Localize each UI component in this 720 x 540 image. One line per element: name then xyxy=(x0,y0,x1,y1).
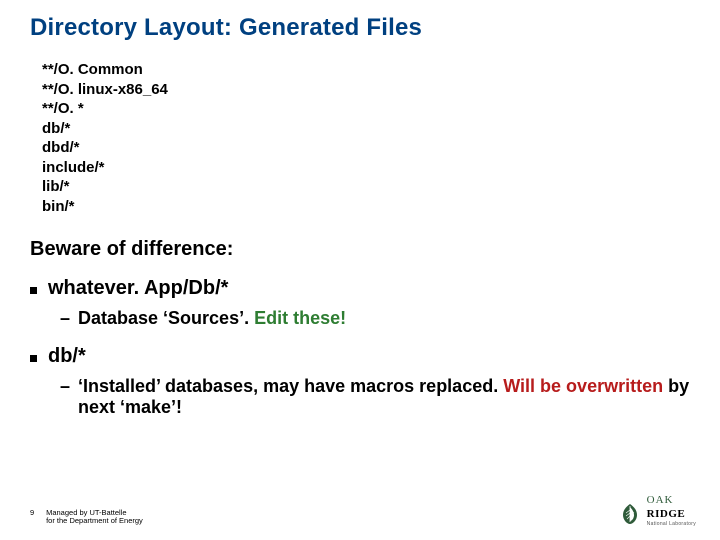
path-line: lib/* xyxy=(42,177,690,197)
slide-title: Directory Layout: Generated Files xyxy=(30,14,690,42)
sub-installed-db: ‘Installed’ databases, may have macros r… xyxy=(60,376,690,418)
logo-text: OAK RIDGE National Laboratory xyxy=(647,492,696,526)
path-line: **/O. Common xyxy=(42,60,690,80)
generated-paths-block: **/O. Common **/O. linux-x86_64 **/O. * … xyxy=(42,60,690,216)
oak-leaf-icon xyxy=(618,502,642,526)
footer-line2: for the Department of Energy xyxy=(46,516,143,525)
bullet-whatever-app-db: whatever. App/Db/* xyxy=(30,277,690,300)
logo-word-ridge: RIDGE xyxy=(647,508,686,520)
path-line: db/* xyxy=(42,119,690,139)
footer-text: Managed by UT-Battelle for the Departmen… xyxy=(46,509,143,526)
path-line: dbd/* xyxy=(42,138,690,158)
sub-database-sources: Database ‘Sources’. Edit these! xyxy=(60,308,690,329)
footer: 9 Managed by UT-Battelle for the Departm… xyxy=(30,509,143,526)
path-line: **/O. * xyxy=(42,99,690,119)
path-line: **/O. linux-x86_64 xyxy=(42,80,690,100)
beware-heading: Beware of difference: xyxy=(30,238,690,261)
path-line: include/* xyxy=(42,158,690,178)
sub-text: Database ‘Sources’. xyxy=(78,308,254,328)
logo-subtext: National Laboratory xyxy=(647,522,696,527)
slide: Directory Layout: Generated Files **/O. … xyxy=(0,0,720,540)
overwritten-text: Will be overwritten xyxy=(503,376,668,396)
bullet-db: db/* xyxy=(30,345,690,368)
page-number: 9 xyxy=(30,509,40,518)
logo-word-oak: OAK xyxy=(647,494,674,506)
sub-text: ‘Installed’ databases, may have macros r… xyxy=(78,376,503,396)
oak-ridge-logo: OAK RIDGE National Laboratory xyxy=(618,492,696,526)
path-line: bin/* xyxy=(42,197,690,217)
edit-these-text: Edit these! xyxy=(254,308,346,328)
